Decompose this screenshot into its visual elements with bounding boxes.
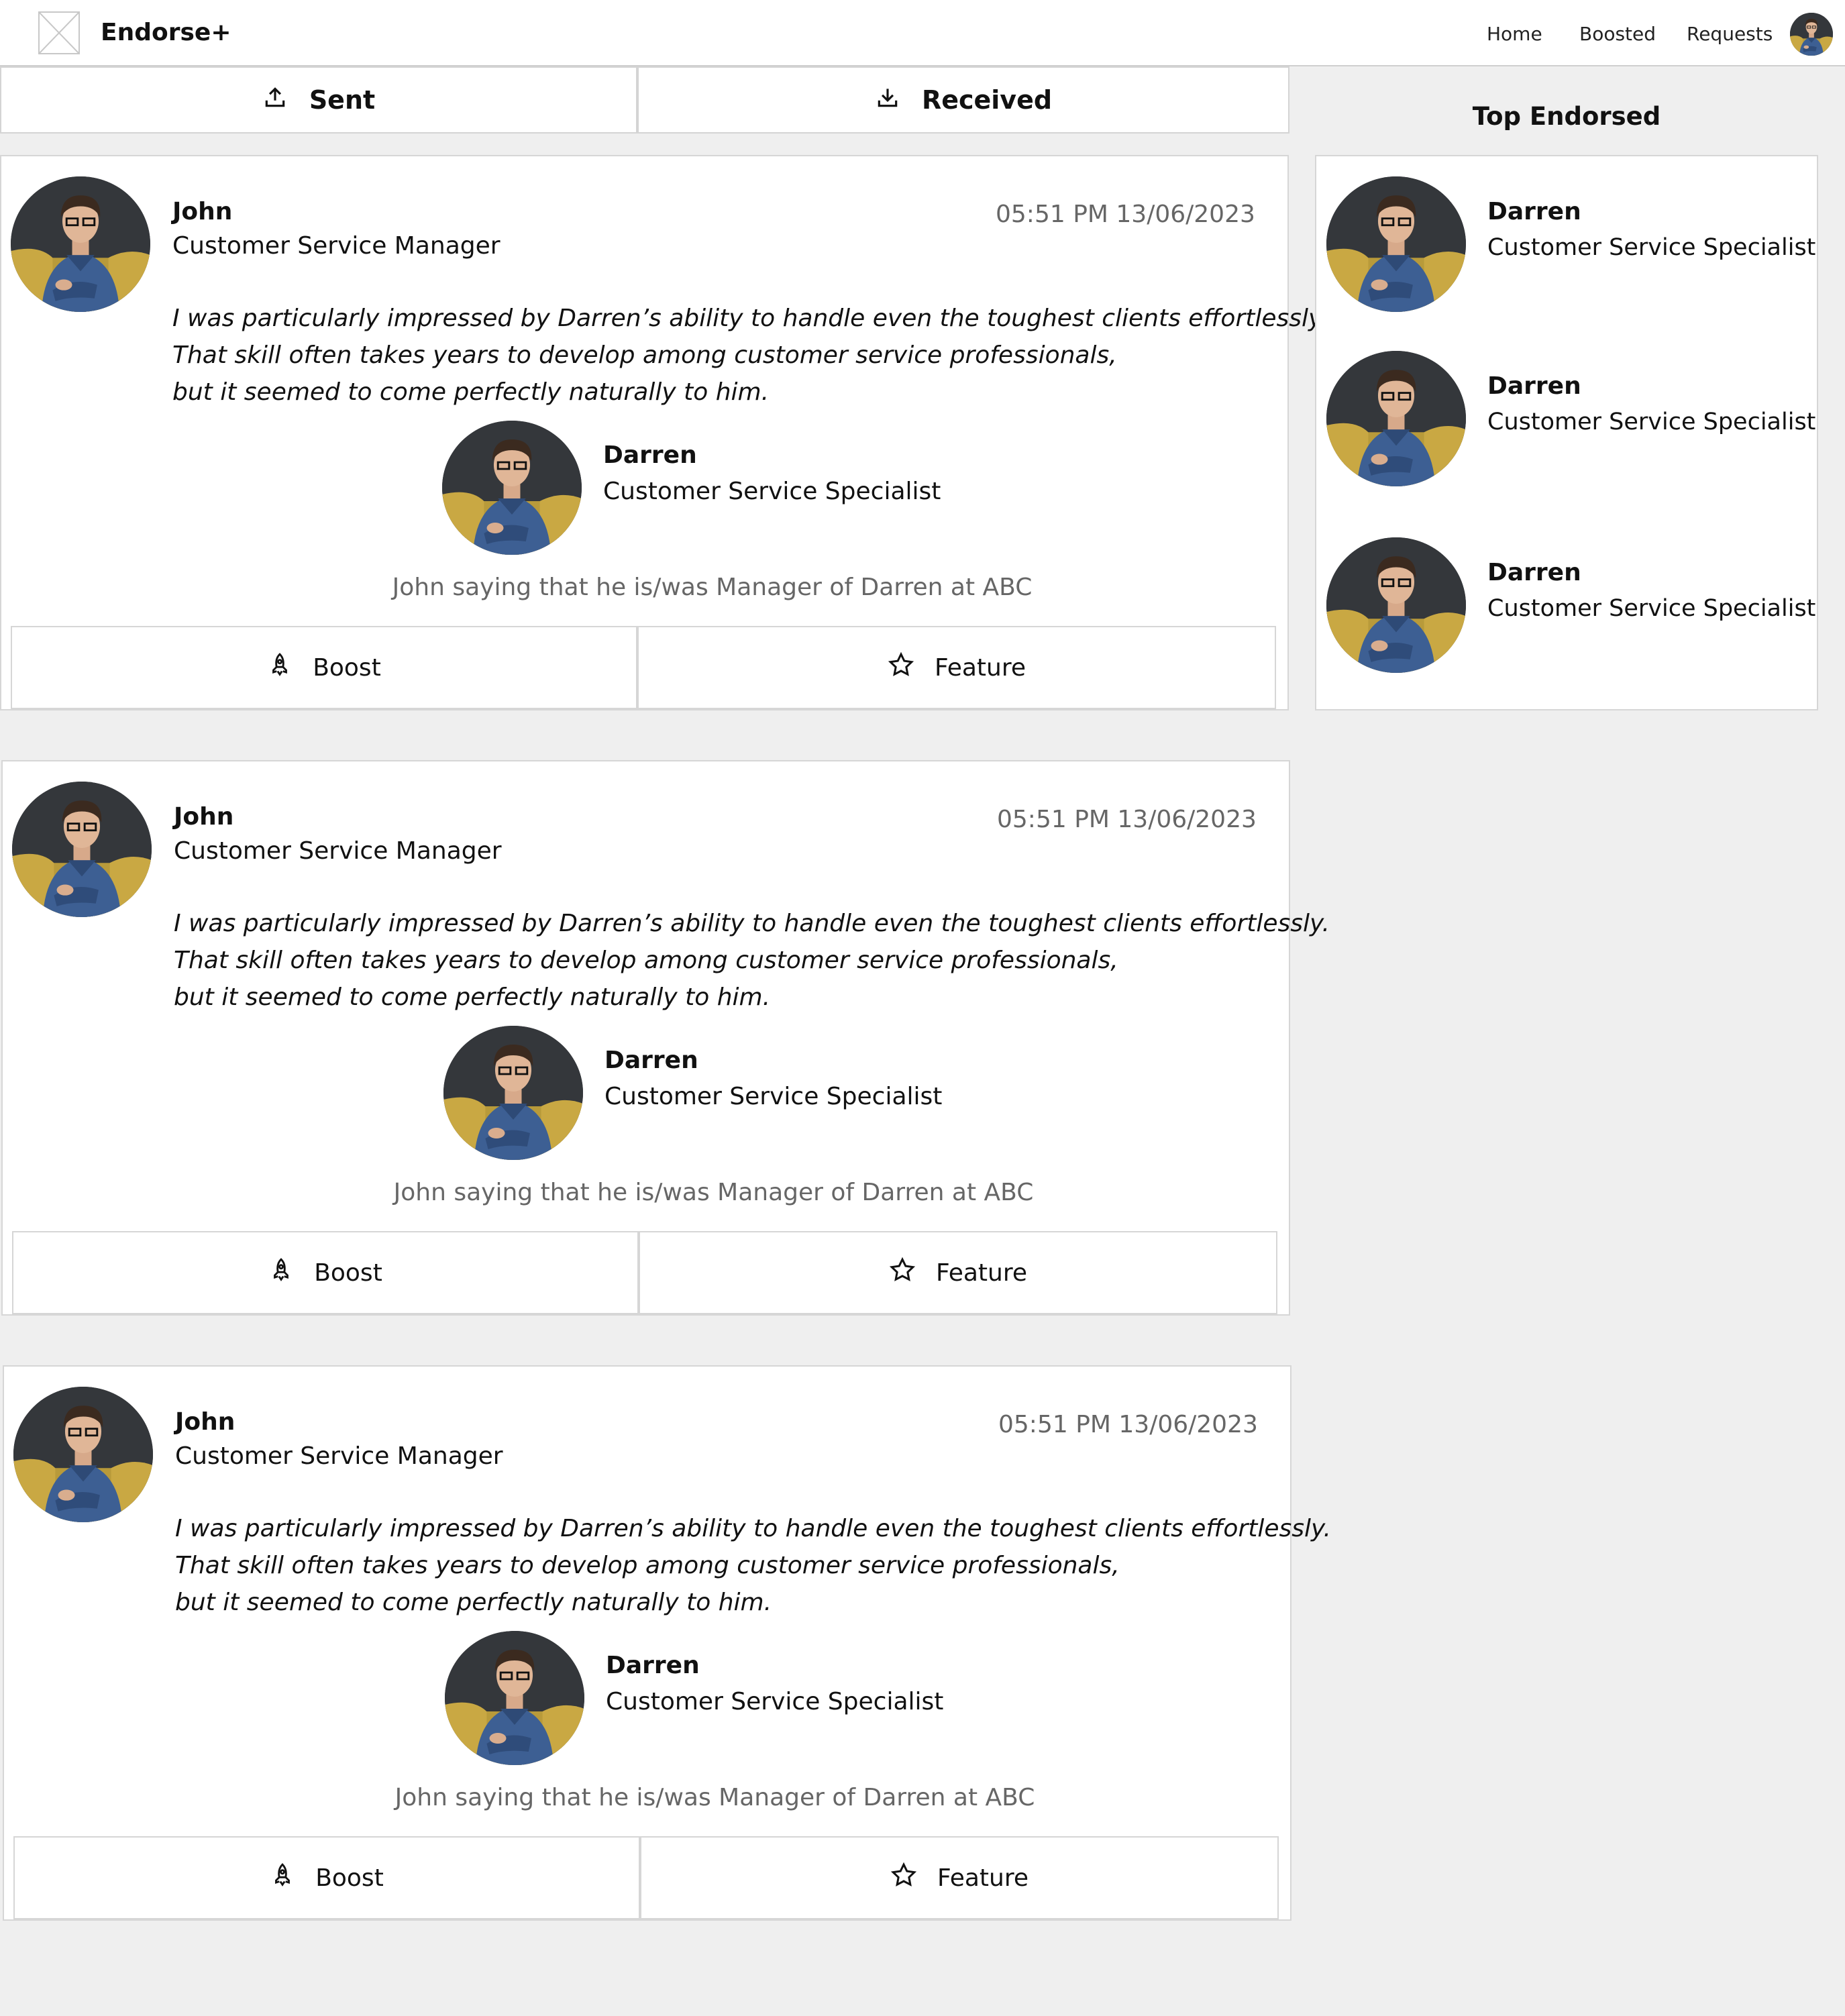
nav-requests[interactable]: Requests	[1687, 23, 1773, 45]
author-avatar[interactable]	[12, 782, 152, 917]
boost-label: Boost	[313, 653, 381, 682]
top-endorsed-panel: Darren Customer Service Specialist Darre…	[1315, 155, 1818, 710]
subject-name[interactable]: Darren	[603, 441, 697, 469]
subject-role: Customer Service Specialist	[606, 1688, 944, 1715]
quote-line: I was particularly impressed by Darren’s…	[172, 305, 1328, 332]
person-role: Customer Service Specialist	[1487, 595, 1816, 622]
download-icon	[875, 85, 900, 116]
subject-avatar[interactable]	[443, 1026, 583, 1160]
relation-text: John saying that he is/was Manager of Da…	[392, 574, 1033, 601]
person-role: Customer Service Specialist	[1487, 234, 1816, 261]
author-avatar[interactable]	[13, 1387, 153, 1522]
person-avatar[interactable]	[1326, 176, 1466, 312]
boost-button[interactable]: Boost	[11, 626, 637, 709]
nav-boosted[interactable]: Boosted	[1579, 23, 1656, 45]
image-placeholder-icon[interactable]	[38, 11, 80, 54]
feature-button[interactable]: Feature	[640, 1836, 1279, 1919]
tab-sent-label: Sent	[309, 85, 376, 115]
author-role: Customer Service Manager	[175, 1442, 503, 1470]
feature-label: Feature	[935, 1259, 1028, 1287]
endorsement-quote: I was particularly impressed by Darren’s…	[175, 1510, 1331, 1621]
subject-role: Customer Service Specialist	[604, 1083, 943, 1110]
person-avatar[interactable]	[1326, 351, 1466, 486]
star-icon	[889, 1257, 916, 1289]
quote-line: I was particularly impressed by Darren’s…	[174, 910, 1330, 937]
brand-name[interactable]: Endorse+	[101, 19, 231, 46]
quote-line: That skill often takes years to develop …	[175, 1552, 1120, 1579]
feature-label: Feature	[934, 653, 1026, 682]
quote-line: That skill often takes years to develop …	[174, 947, 1118, 974]
star-icon	[890, 1862, 917, 1895]
endorsement-quote: I was particularly impressed by Darren’s…	[172, 300, 1328, 411]
endorsement-card: John Customer Service Manager 05:51 PM 1…	[1, 760, 1330, 1316]
top-endorsed-title: Top Endorsed	[1472, 102, 1661, 131]
endorsement-timestamp: 05:51 PM 13/06/2023	[996, 201, 1255, 228]
person-name[interactable]: Darren	[1487, 372, 1581, 400]
tab-received[interactable]: Received	[637, 66, 1289, 134]
author-role: Customer Service Manager	[172, 232, 500, 260]
feature-button[interactable]: Feature	[637, 626, 1276, 709]
subject-name[interactable]: Darren	[604, 1047, 698, 1074]
author-avatar[interactable]	[11, 176, 150, 312]
feature-label: Feature	[937, 1864, 1029, 1892]
star-icon	[888, 651, 914, 684]
person-name[interactable]: Darren	[1487, 198, 1581, 225]
person-avatar[interactable]	[1326, 537, 1466, 673]
endorsement-timestamp: 05:51 PM 13/06/2023	[997, 806, 1257, 833]
rocket-icon	[268, 1257, 294, 1289]
top-navbar: Endorse+ Home Boosted Requests	[0, 0, 1845, 66]
upload-icon	[262, 85, 288, 116]
quote-line: but it seemed to come perfectly naturall…	[174, 984, 771, 1011]
user-avatar[interactable]	[1790, 13, 1833, 56]
feature-button[interactable]: Feature	[639, 1231, 1277, 1314]
tab-sent[interactable]: Sent	[0, 66, 637, 134]
quote-line: That skill often takes years to develop …	[172, 341, 1117, 369]
subject-role: Customer Service Specialist	[603, 478, 941, 505]
endorsement-quote: I was particularly impressed by Darren’s…	[174, 905, 1330, 1016]
author-role: Customer Service Manager	[174, 837, 502, 865]
relation-text: John saying that he is/was Manager of Da…	[394, 1784, 1035, 1811]
endorsement-timestamp: 05:51 PM 13/06/2023	[998, 1411, 1258, 1438]
subject-avatar[interactable]	[445, 1631, 584, 1765]
quote-line: but it seemed to come perfectly naturall…	[172, 378, 770, 406]
boost-button[interactable]: Boost	[12, 1231, 639, 1314]
tab-received-label: Received	[921, 85, 1053, 115]
person-role: Customer Service Specialist	[1487, 409, 1816, 435]
rocket-icon	[270, 1862, 295, 1894]
endorsement-card: John Customer Service Manager 05:51 PM 1…	[3, 1365, 1331, 1921]
subject-name[interactable]: Darren	[606, 1652, 700, 1679]
relation-text: John saying that he is/was Manager of Da…	[393, 1179, 1034, 1206]
person-name[interactable]: Darren	[1487, 559, 1581, 586]
author-name[interactable]: John	[175, 1408, 235, 1436]
quote-line: I was particularly impressed by Darren’s…	[175, 1515, 1331, 1542]
author-name[interactable]: John	[172, 198, 232, 225]
quote-line: but it seemed to come perfectly naturall…	[175, 1589, 772, 1616]
rocket-icon	[267, 652, 293, 684]
boost-button[interactable]: Boost	[13, 1836, 640, 1919]
endorsement-card: John Customer Service Manager 05:51 PM 1…	[0, 155, 1328, 710]
subject-avatar[interactable]	[442, 421, 582, 555]
author-name[interactable]: John	[174, 803, 233, 831]
nav-home[interactable]: Home	[1487, 23, 1542, 45]
boost-label: Boost	[315, 1864, 384, 1892]
boost-label: Boost	[314, 1259, 382, 1287]
